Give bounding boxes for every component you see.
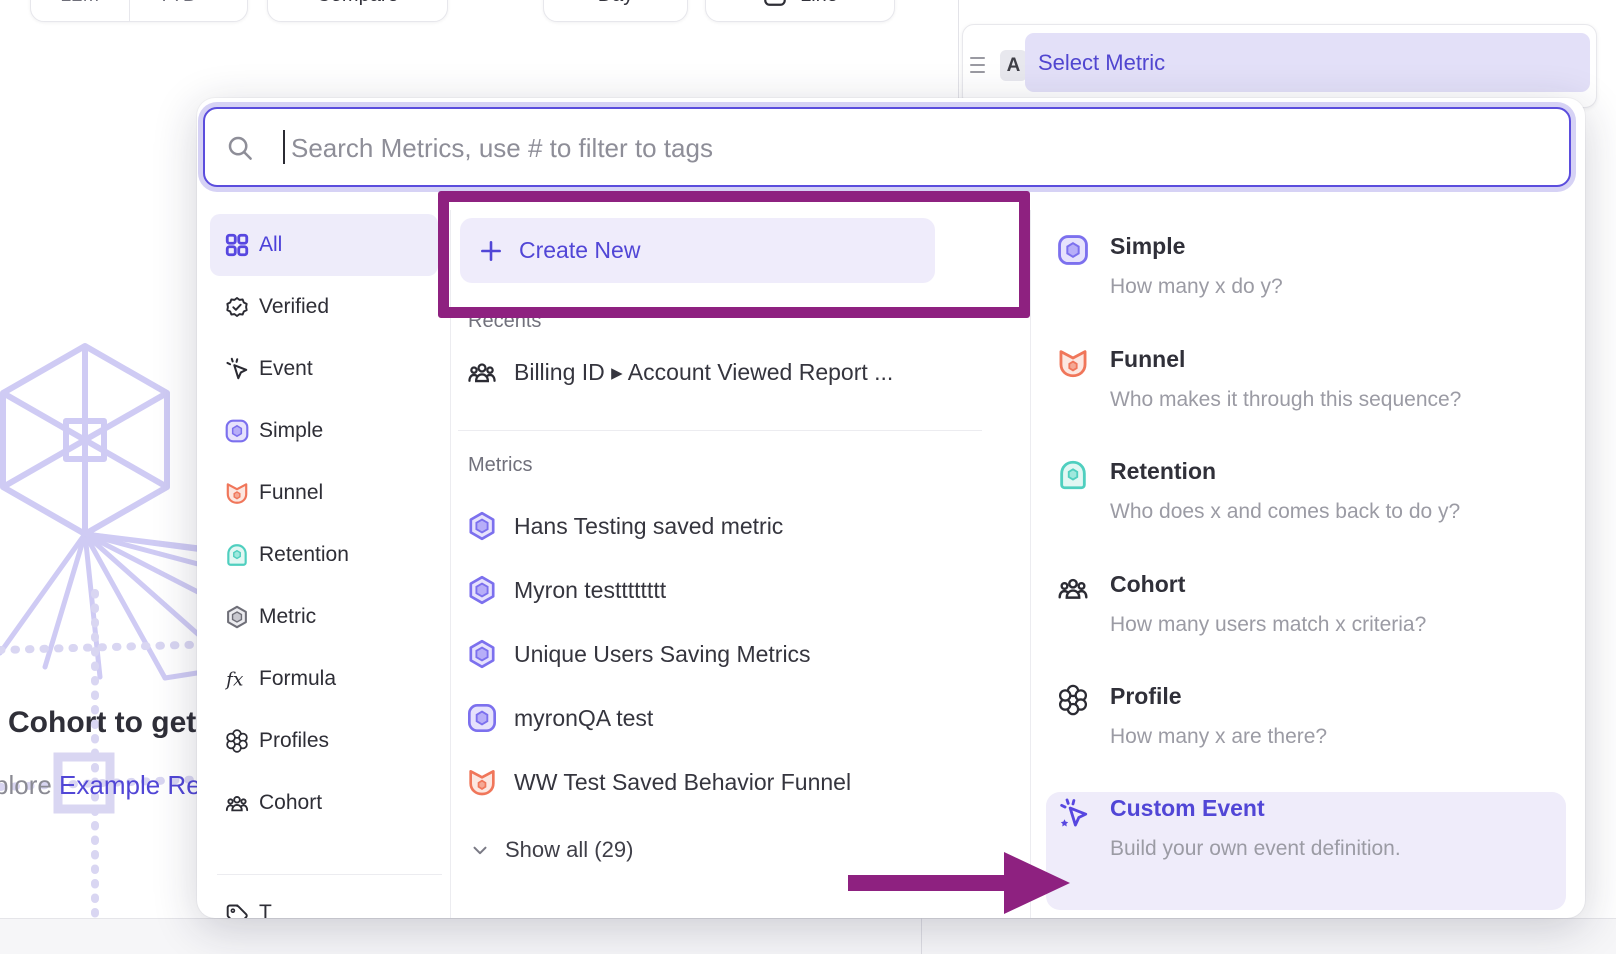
series-badge: A [1000, 50, 1027, 81]
page-bottom-strip [0, 918, 1616, 954]
search-icon [225, 133, 255, 163]
time-range-12m[interactable]: 12M [31, 0, 129, 7]
sidebar-item-cohort[interactable]: Cohort [210, 772, 438, 834]
cursor-sparkle-icon [224, 356, 250, 382]
sidebar-item-event[interactable]: Event [210, 338, 438, 400]
chevron-down-icon [469, 839, 491, 861]
flower-icon [224, 728, 250, 754]
compare-button[interactable]: Compare [267, 0, 448, 22]
hexagon-purple-icon [466, 510, 498, 542]
people-icon [1056, 571, 1090, 605]
empty-state-heading: r Cohort to get [0, 706, 196, 740]
metric-picker-modal: All Verified Event Simple [197, 98, 1585, 918]
svg-text:fx: fx [224, 670, 244, 691]
column-divider [1030, 210, 1031, 918]
formula-fx-icon: fx [224, 666, 250, 692]
simple-icon [1056, 233, 1090, 267]
recents-heading: Recents [468, 310, 541, 333]
create-new-button[interactable]: Create New [460, 218, 935, 283]
panel-divider-bottom [921, 918, 922, 954]
people-icon [466, 356, 498, 388]
sidebar-item-formula[interactable]: fx Formula [210, 648, 438, 710]
sidebar-item-metric[interactable]: Metric [210, 586, 438, 648]
people-icon [224, 790, 250, 816]
funnel-icon [224, 480, 250, 506]
line-chart-icon [762, 0, 788, 8]
drag-handle-icon[interactable] [969, 54, 987, 76]
chevron-down-icon [203, 0, 219, 3]
chart-type-line-button[interactable]: Line [705, 0, 895, 22]
sidebar-item-tags-partial[interactable]: T [210, 890, 438, 918]
time-range-ytd[interactable]: YTD [130, 0, 247, 7]
retention-icon [1056, 458, 1090, 492]
time-range-segmented-control[interactable]: 12M YTD [30, 0, 248, 22]
hexagon-purple-icon [466, 574, 498, 606]
tag-icon [224, 902, 250, 918]
plus-icon [478, 238, 504, 264]
text-caret [283, 130, 285, 164]
sidebar-divider [217, 874, 442, 875]
create-new-label: Create New [519, 237, 640, 264]
section-divider [458, 430, 982, 431]
granularity-day-button[interactable]: Day [543, 0, 688, 22]
grid-icon [224, 232, 250, 258]
explore-prefix: plore [0, 770, 59, 800]
seal-check-icon [224, 294, 250, 320]
recent-item[interactable]: Billing ID ▸ Account Viewed Report ... [460, 350, 982, 394]
recent-item-label: Billing ID ▸ Account Viewed Report ... [514, 359, 893, 386]
sidebar-item-profiles[interactable]: Profiles [210, 710, 438, 772]
metric-list-item[interactable]: Hans Testing saved metric [460, 500, 982, 552]
retention-icon [224, 542, 250, 568]
screenshot-root: 12M YTD Compare Day Line A Select Metric [0, 0, 1616, 954]
column-divider [450, 210, 451, 918]
flower-icon [1056, 683, 1090, 717]
simple-icon [224, 418, 250, 444]
metric-list-item[interactable]: Myron testttttttt [460, 564, 982, 616]
search-bar[interactable] [203, 107, 1571, 187]
metric-list-item[interactable]: Unique Users Saving Metrics [460, 628, 982, 680]
simple-icon [466, 702, 498, 734]
metric-list-item[interactable]: WW Test Saved Behavior Funnel [460, 756, 982, 808]
select-metric-label: Select Metric [1038, 50, 1165, 76]
select-metric-field[interactable]: Select Metric [1025, 33, 1590, 92]
cursor-sparkle-purple-icon [1056, 795, 1090, 829]
funnel-icon [466, 766, 498, 798]
metrics-heading: Metrics [468, 454, 532, 477]
search-input[interactable] [289, 109, 1533, 187]
sidebar-item-all[interactable]: All [210, 214, 438, 276]
hexagon-purple-icon [466, 638, 498, 670]
sidebar-item-retention[interactable]: Retention [210, 524, 438, 586]
sidebar-item-simple[interactable]: Simple [210, 400, 438, 462]
sidebar-item-verified[interactable]: Verified [210, 276, 438, 338]
hexagon-gray-icon [224, 604, 250, 630]
sidebar-item-funnel[interactable]: Funnel [210, 462, 438, 524]
panel-divider-top [958, 0, 959, 98]
show-all-toggle[interactable]: Show all (29) [460, 830, 760, 870]
funnel-icon [1056, 346, 1090, 380]
metric-list-item[interactable]: myronQA test [460, 692, 982, 744]
